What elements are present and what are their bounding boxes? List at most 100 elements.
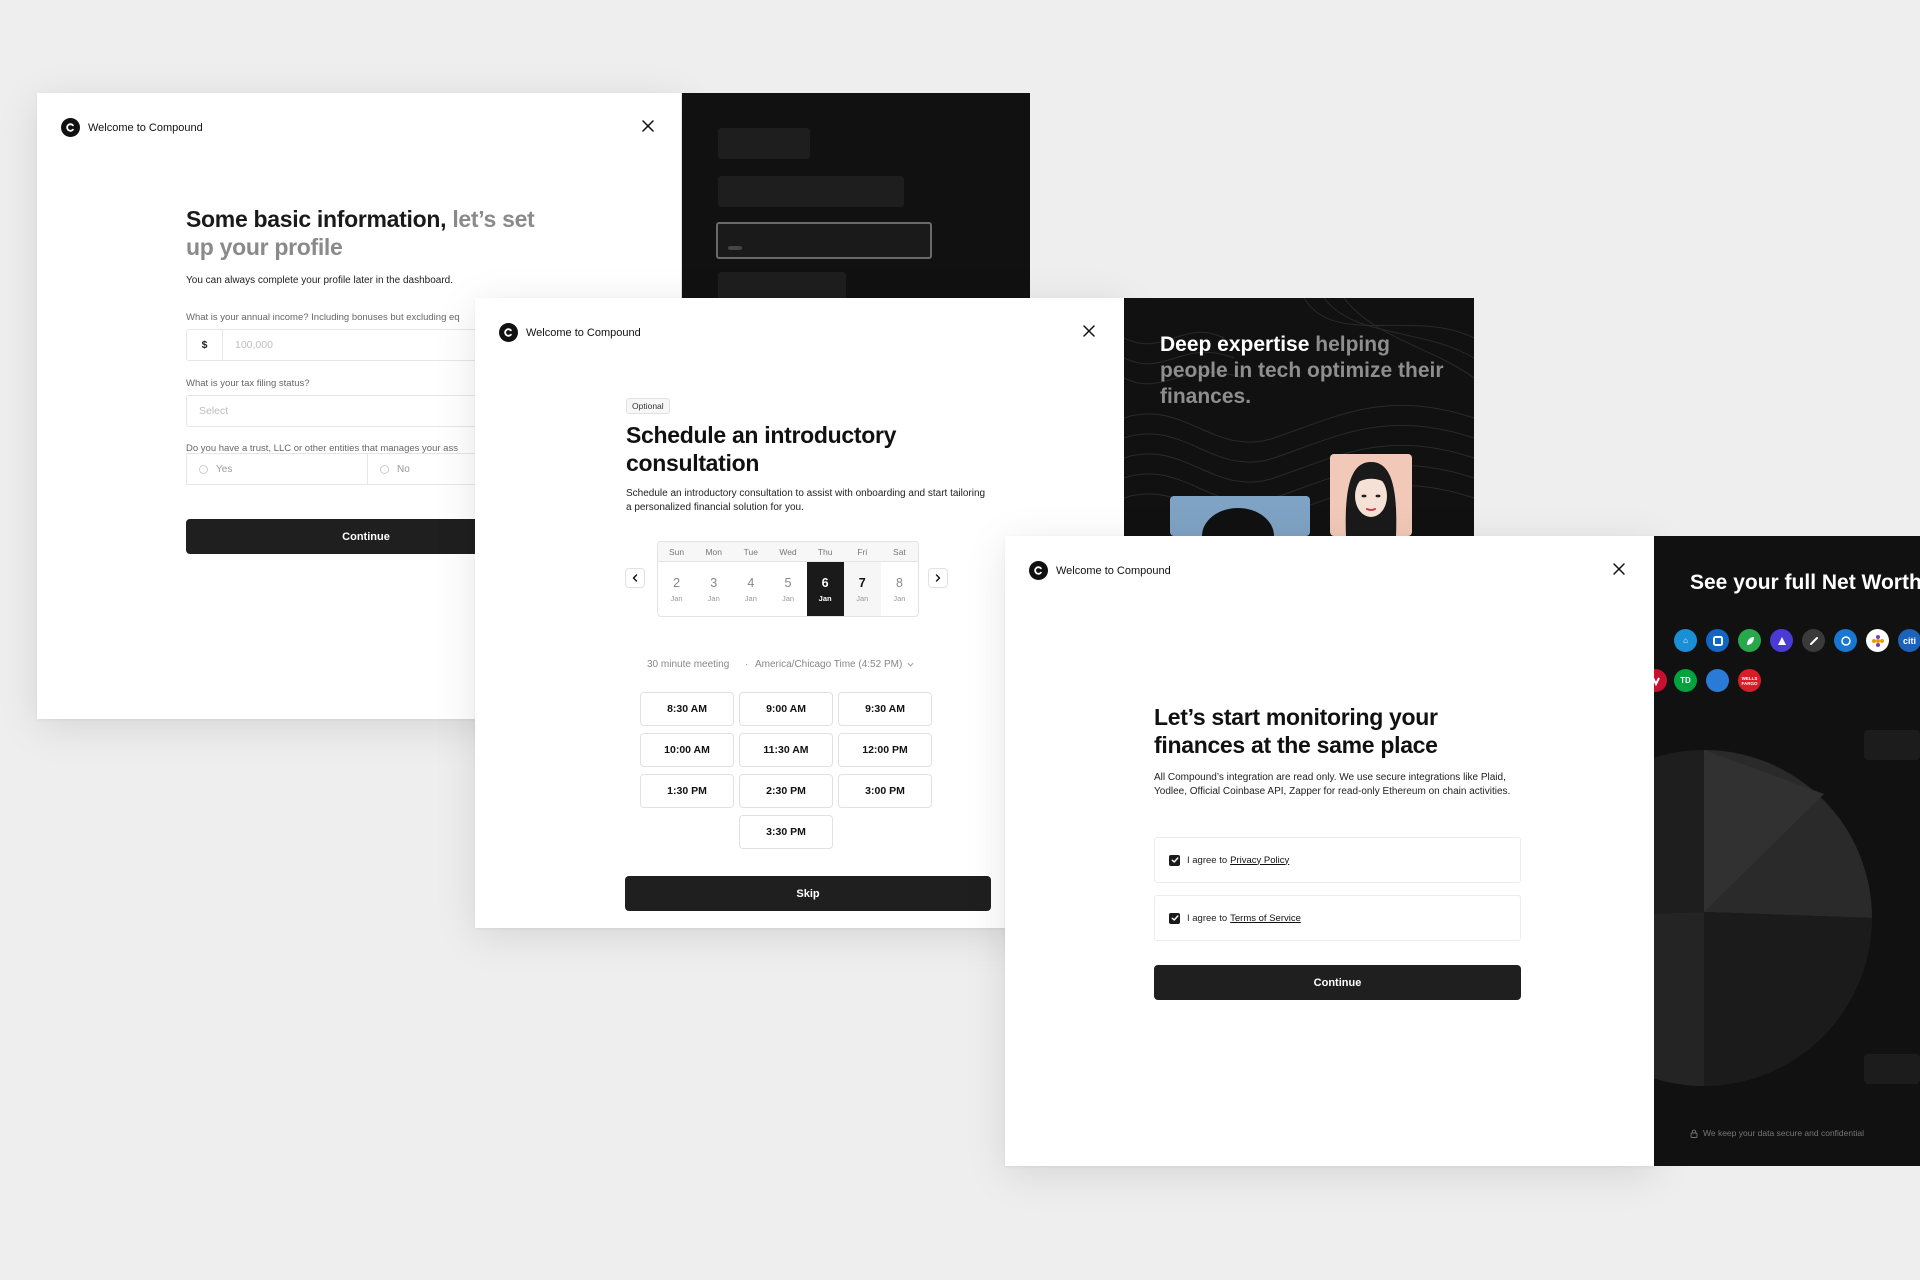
week-calendar: Sun Mon Tue Wed Thu Fri Sat 2 Jan 3 Jan 4 J… [657,541,919,617]
day-number: 3 [710,576,718,590]
skeleton-input-focused [716,222,932,259]
time-slot[interactable]: 8:30 AM [640,692,734,726]
close-icon[interactable] [1611,561,1627,577]
day-number: 2 [673,576,681,590]
chevron-right-icon [935,574,941,582]
brand: Welcome to Compound [61,118,203,137]
time-slot[interactable]: 3:00 PM [838,774,932,808]
time-slot[interactable]: 12:00 PM [838,733,932,767]
day-month: Jan [856,594,869,603]
time-slot[interactable]: 3:30 PM [739,815,833,849]
tax-select[interactable]: Select [186,395,486,427]
lock-icon [1690,1129,1698,1138]
expertise-highlight: Deep expertise [1160,333,1310,356]
compound-logo-icon [61,118,80,137]
day-row: 2 Jan 3 Jan 4 Jan 5 Jan 6 Jan 7 Jan 8 Jan [658,562,918,616]
checkbox-checked-icon[interactable] [1169,854,1180,866]
day-number: 7 [858,576,866,590]
timezone-select[interactable]: America/Chicago Time (4:52 PM) [755,659,914,670]
day-number: 5 [784,576,792,590]
income-field[interactable]: $ 100,000 [186,329,486,361]
trust-yes-label: Yes [216,463,233,475]
calendar-day[interactable]: 5 Jan [769,562,806,616]
continue-button[interactable]: Continue [1154,965,1521,1000]
networth-pie-chart [1654,730,1920,1086]
calendar-day[interactable]: 3 Jan [695,562,732,616]
calendar-day[interactable]: 8 Jan [881,562,918,616]
terms-prefix: I agree to [1187,912,1228,924]
time-slot[interactable]: 11:30 AM [739,733,833,767]
terms-of-service-link[interactable]: Terms of Service [1230,913,1301,924]
weekday-label: Tue [743,546,759,557]
weekday-label: Fri [857,546,868,557]
brand: Welcome to Compound [499,323,641,342]
brand-name: Welcome to Compound [526,326,641,339]
calendar-day[interactable]: 2 Jan [658,562,695,616]
weekday-label: Sat [893,546,906,557]
advisor-avatar [1330,454,1412,536]
page-title: Let’s start monitoring your finances at … [1154,704,1438,758]
terms-agreement[interactable]: I agree to Terms of Service [1154,895,1521,941]
day-month: Jan [670,594,683,603]
income-label: What is your annual income? Including bo… [186,312,460,323]
tax-placeholder: Select [199,405,229,417]
day-month: Jan [744,594,757,603]
security-note: We keep your data secure and confidentia… [1690,1128,1864,1138]
secure-text: We keep your data secure and confidentia… [1703,1128,1864,1138]
day-month: Jan [781,594,795,603]
skeleton-block [718,176,904,207]
page-subtitle: You can always complete your profile lat… [186,275,454,286]
privacy-policy-link[interactable]: Privacy Policy [1230,855,1289,866]
compound-logo-icon [1029,561,1048,580]
time-slot[interactable]: 9:30 AM [838,692,932,726]
tax-label: What is your tax filing status? [186,378,310,389]
page-description: All Compound’s integration are read only… [1154,772,1511,797]
next-week-button[interactable] [928,568,948,588]
brand-name: Welcome to Compound [1056,564,1171,577]
page-title: Some basic information, let’s set up you… [186,205,566,261]
time-slot[interactable]: 9:00 AM [739,692,833,726]
calendar-day[interactable]: 4 Jan [732,562,769,616]
weekday-label: Sun [669,546,685,557]
close-icon[interactable] [1081,323,1097,339]
day-number: 4 [747,576,755,590]
privacy-prefix: I agree to [1187,854,1228,866]
calendar-day-selected[interactable]: 6 Jan [806,562,844,616]
timezone-label: America/Chicago Time (4:52 PM) [755,659,903,670]
meeting-length: 30 minute meeting [647,659,730,670]
page-title: Schedule an introductory consultation [626,422,897,476]
day-month: Jan [707,594,720,603]
checkbox-checked-icon[interactable] [1169,912,1180,924]
radio-icon [380,464,389,474]
networth-panel: See your full Net Worth ⌂ citi TD WELLS … [1654,536,1920,1166]
privacy-agreement[interactable]: I agree to Privacy Policy [1154,837,1521,883]
calendar-day[interactable]: 7 Jan [843,562,881,616]
weekday-label: Thu [817,546,833,557]
monitoring-card: Welcome to Compound Let’s start monitori… [1005,536,1655,1166]
chevron-left-icon [632,574,638,582]
separator-dot: · [745,659,749,670]
radio-icon [199,464,208,474]
close-icon[interactable] [640,118,656,134]
weekday-header: Sun Mon Tue Wed Thu Fri Sat [658,542,918,562]
expertise-headline: Deep expertise helping people in tech op… [1160,332,1450,410]
trust-no-label: No [397,463,410,475]
trust-yes-option[interactable]: Yes [186,453,368,485]
day-month: Jan [893,594,906,603]
income-placeholder: 100,000 [235,339,273,351]
advisor-avatar [1170,496,1310,536]
brand: Welcome to Compound [1029,561,1171,580]
time-slot[interactable]: 2:30 PM [739,774,833,808]
day-number: 6 [821,576,829,590]
prev-week-button[interactable] [625,568,645,588]
day-number: 8 [895,576,903,590]
brand-name: Welcome to Compound [88,121,203,134]
expertise-panel: Deep expertise helping people in tech op… [1124,298,1474,536]
time-slot[interactable]: 1:30 PM [640,774,734,808]
weekday-label: Mon [705,546,722,557]
title-main: Some basic information, [186,206,447,232]
optional-badge: Optional [626,398,670,414]
skip-button[interactable]: Skip [625,876,991,911]
time-slot[interactable]: 10:00 AM [640,733,734,767]
skeleton-block [718,128,810,159]
